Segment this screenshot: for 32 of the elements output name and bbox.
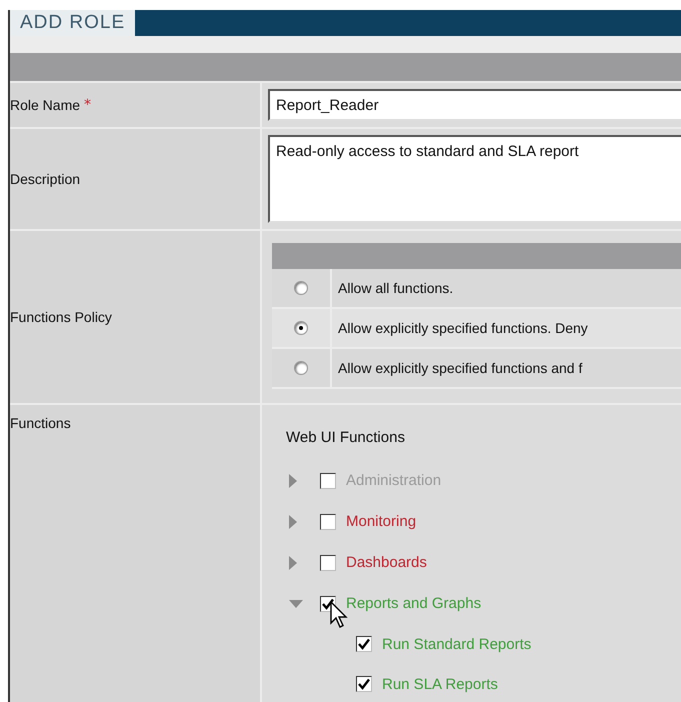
option-label: Allow explicitly specified functions. Deny [337, 320, 589, 336]
tree-item-label[interactable]: Monitoring [346, 513, 416, 530]
checkbox[interactable] [320, 514, 336, 530]
checkbox[interactable] [320, 554, 336, 570]
check-icon [358, 678, 370, 690]
radio-button[interactable] [294, 281, 308, 295]
field-label: Functions [10, 415, 71, 431]
checkbox[interactable] [320, 472, 336, 488]
tree-item-label[interactable]: Dashboards [346, 554, 427, 571]
check-icon [358, 638, 370, 650]
field-label: Description [10, 171, 80, 187]
radio-button[interactable] [294, 361, 308, 375]
expand-arrow-icon[interactable] [288, 598, 304, 608]
collapse-arrow-icon[interactable] [288, 514, 298, 530]
collapse-arrow-icon[interactable] [288, 554, 298, 570]
field-label: Functions Policy [10, 309, 112, 325]
radio-button[interactable] [294, 321, 308, 335]
description-field[interactable]: Read-only access to standard and SLA report [268, 135, 681, 223]
checkbox[interactable] [356, 636, 372, 652]
field-label: Role Name [10, 97, 80, 113]
page-title: ADD ROLE [10, 10, 136, 36]
checkbox[interactable] [356, 676, 372, 692]
check-icon [322, 598, 334, 610]
role-name-field[interactable]: Report_Reader [268, 89, 681, 121]
collapse-arrow-icon[interactable] [288, 472, 298, 488]
option-label: Allow explicitly specified functions and f [337, 360, 584, 376]
option-label: Allow all functions. [337, 280, 454, 296]
tree-item-label[interactable]: Run Standard Reports [382, 636, 532, 652]
tree-item-label[interactable]: Run SLA Reports [382, 676, 498, 692]
required-mark: * [84, 97, 92, 113]
tree-item-label[interactable]: Reports and Graphs [346, 595, 482, 612]
group-title: Web UI Functions [286, 429, 406, 446]
